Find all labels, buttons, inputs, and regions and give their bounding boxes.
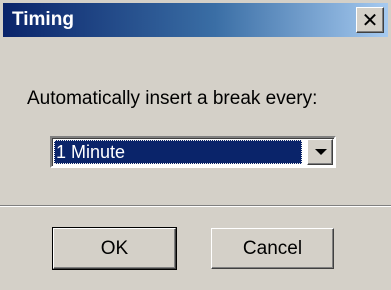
timing-dialog: Timing ✕ Automatically insert a break ev…	[0, 0, 391, 290]
ok-button[interactable]: OK	[52, 227, 177, 270]
break-interval-label: Automatically insert a break every:	[27, 88, 318, 109]
break-interval-dropdown[interactable]: 1 Minute	[50, 136, 336, 168]
chevron-down-icon[interactable]	[307, 139, 333, 165]
window-title: Timing	[12, 9, 74, 30]
close-icon: ✕	[361, 8, 379, 32]
divider	[0, 205, 391, 207]
close-button[interactable]: ✕	[356, 7, 384, 33]
cancel-button[interactable]: Cancel	[211, 228, 334, 269]
break-interval-selected-value[interactable]: 1 Minute	[54, 140, 302, 164]
title-bar[interactable]: Timing ✕	[3, 3, 388, 37]
